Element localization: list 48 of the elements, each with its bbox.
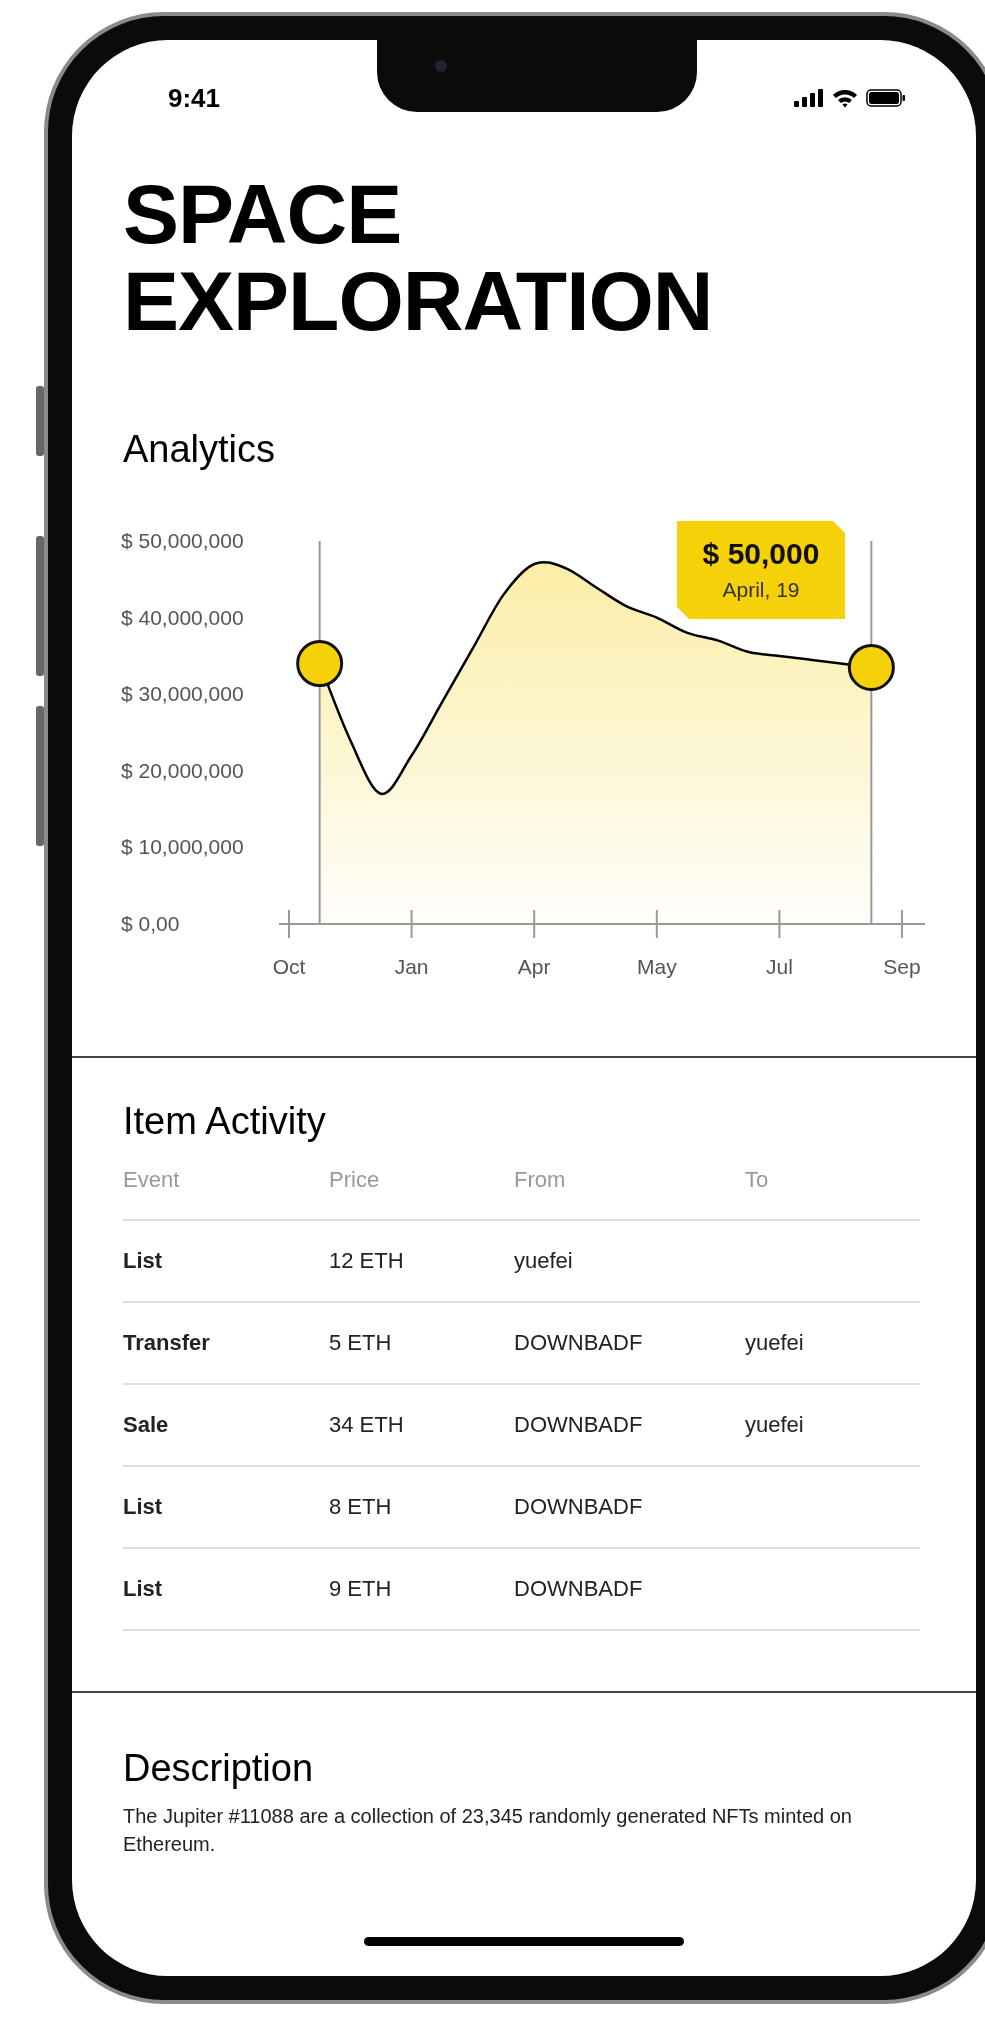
x-axis-label: Apr <box>517 954 551 978</box>
page-title: SPACE <box>123 171 402 259</box>
table-cell: yuefei <box>514 1247 573 1273</box>
table-cell: DOWNBADF <box>514 1329 643 1355</box>
table-cell: List <box>123 1247 163 1273</box>
data-point-marker[interactable] <box>296 639 344 687</box>
section-heading: Description <box>123 1746 315 1790</box>
y-axis-label: $ 50,000,000 <box>121 528 244 552</box>
section-heading: Item Activity <box>123 1099 327 1143</box>
table-cell: DOWNBADF <box>514 1575 643 1601</box>
tooltip-value: $ 50,000 <box>702 536 820 570</box>
camera-icon <box>435 60 447 72</box>
section-heading: Analytics <box>123 427 277 471</box>
x-axis-label: Oct <box>272 954 306 978</box>
x-axis-label: Jan <box>394 954 429 978</box>
table-cell: 9 ETH <box>329 1575 392 1601</box>
table-cell: 34 ETH <box>329 1411 404 1437</box>
description-text: The Jupiter #11088 are a collection of 23,345 randomly generated NFTs minted on Ethereum. <box>123 1803 853 1857</box>
table-cell: List <box>123 1493 163 1519</box>
y-axis-label: $ 40,000,000 <box>121 605 244 629</box>
y-axis-label: $ 0,00 <box>121 911 180 935</box>
y-axis-label: $ 20,000,000 <box>121 758 244 782</box>
column-header: Price <box>329 1166 381 1193</box>
column-header: To <box>745 1166 770 1193</box>
x-axis-label: Jul <box>765 954 793 978</box>
x-axis-label: Sep <box>883 954 921 978</box>
table-cell: 5 ETH <box>329 1329 392 1355</box>
column-header: Event <box>123 1166 181 1193</box>
table-cell: yuefei <box>745 1329 804 1355</box>
battery-icon <box>866 89 906 107</box>
y-axis-label: $ 30,000,000 <box>121 681 244 705</box>
status-time: 9:41 <box>168 82 221 114</box>
table-cell: DOWNBADF <box>514 1493 643 1519</box>
tooltip-date: April, 19 <box>722 577 800 601</box>
table-cell: 8 ETH <box>329 1493 392 1519</box>
wifi-icon <box>832 88 858 108</box>
page-title: EXPLORATION <box>123 258 713 346</box>
table-cell: List <box>123 1575 163 1601</box>
data-point-marker[interactable] <box>847 643 895 691</box>
table-cell: 12 ETH <box>329 1247 404 1273</box>
y-axis-label: $ 10,000,000 <box>121 835 244 859</box>
table-cell: Transfer <box>123 1329 210 1355</box>
table-cell: yuefei <box>745 1411 804 1437</box>
x-axis-label: May <box>636 954 677 978</box>
signal-icon <box>794 89 824 107</box>
table-cell: DOWNBADF <box>514 1411 643 1437</box>
table-cell: Sale <box>123 1411 169 1437</box>
column-header: From <box>514 1166 567 1193</box>
